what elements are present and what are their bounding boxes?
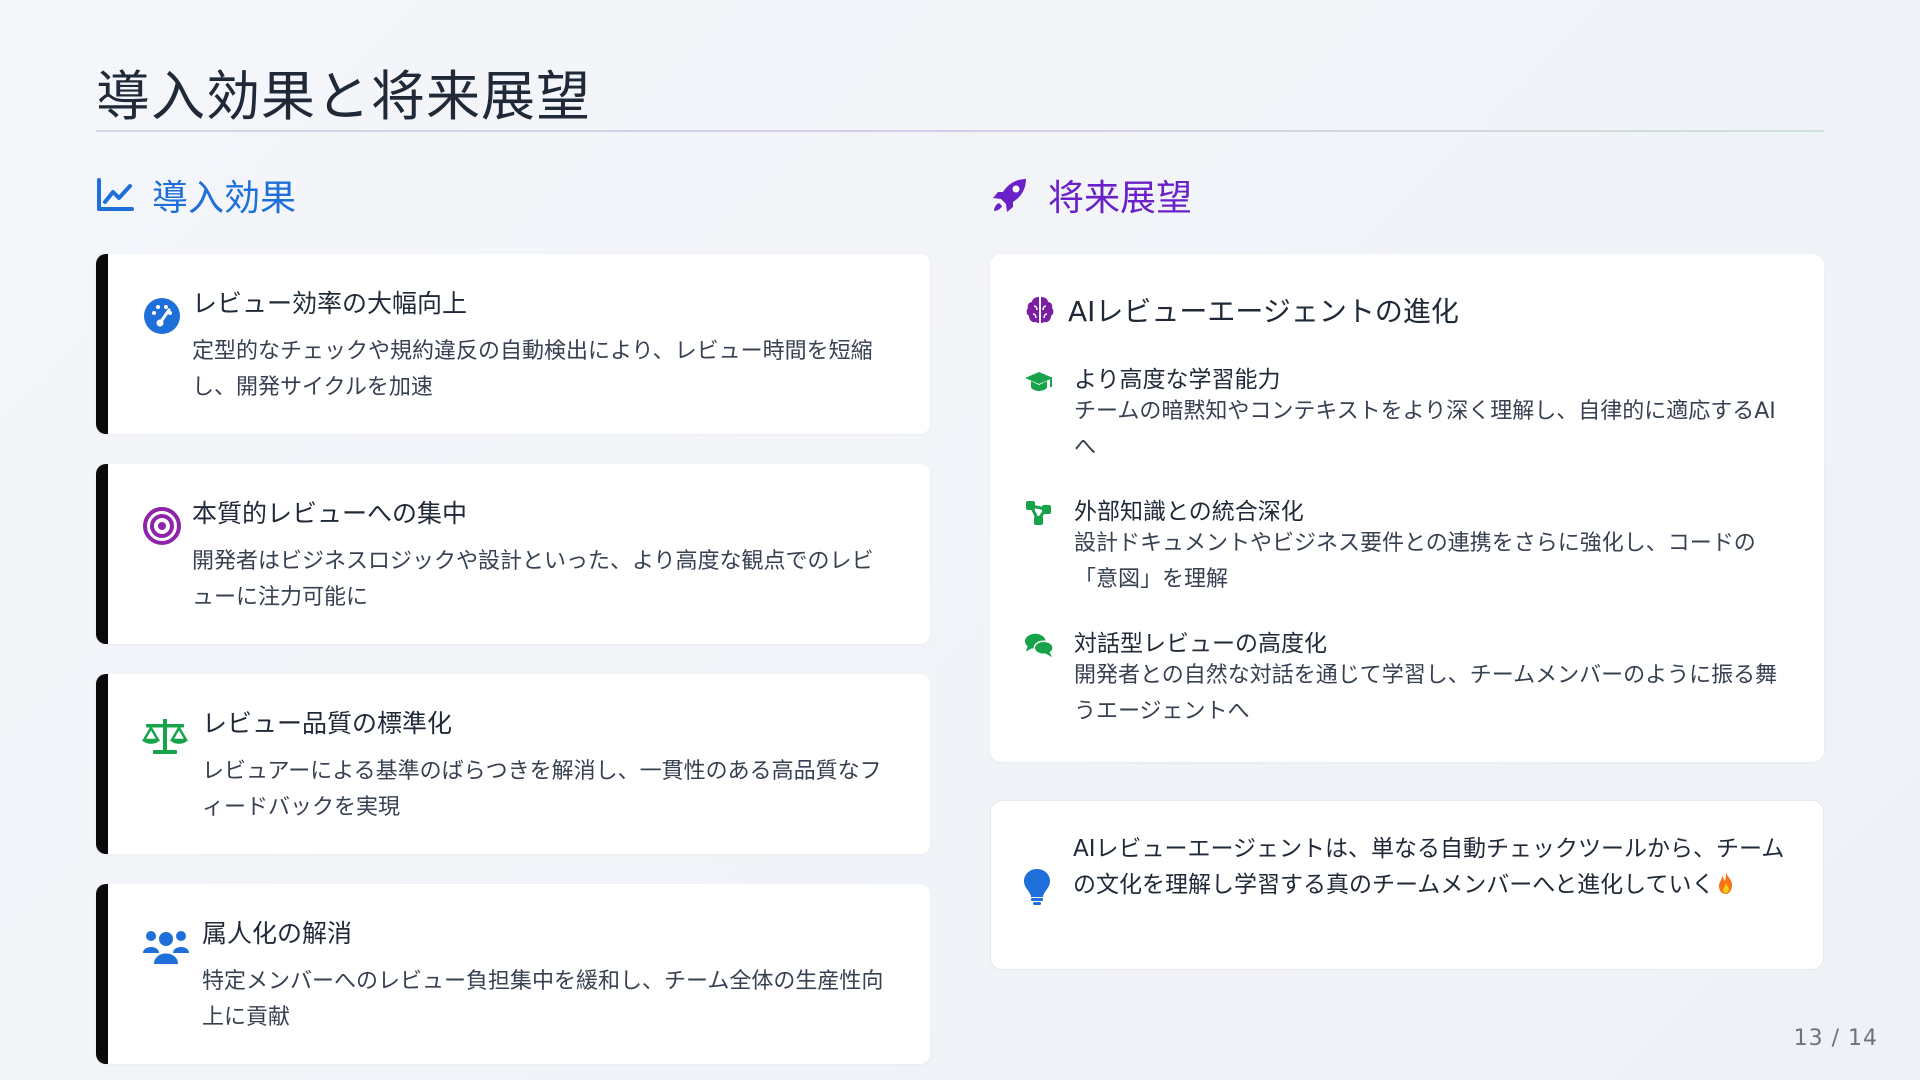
future-item-description: チームの暗黙知やコンテキストをより深く理解し、自律的に適応するAIへ — [1074, 399, 1776, 460]
effect-title: レビュー品質の標準化 — [202, 709, 453, 738]
future-item-description: 設計ドキュメントやビジネス要件との連携をさらに強化し、コードの「意図」を理解 — [1074, 531, 1756, 592]
effect-card: レビュー品質の標準化 レビュアーによる基準のばらつきを解消し、一貫性のある高品質… — [96, 674, 930, 854]
effect-description: レビュアーによる基準のばらつきを解消し、一貫性のある高品質なフィードバックを実現 — [202, 759, 882, 820]
title-divider — [96, 130, 1824, 132]
effects-heading-label: 導入効果 — [152, 178, 297, 219]
vision-quote-body: AIレビューエージェントは、単なる自動チェックツールから、チームの文化を理解し学… — [1073, 836, 1785, 898]
chart-line-icon — [97, 178, 134, 211]
effect-card: レビュー効率の大幅向上 定型的なチェックや規約違反の自動検出により、レビュー時間… — [96, 254, 930, 434]
scale-icon — [142, 719, 188, 754]
future-heading: 将来展望 — [990, 170, 1192, 220]
effect-title: レビュー効率の大幅向上 — [192, 289, 468, 318]
page-title: 導入効果と将来展望 — [96, 65, 591, 128]
future-heading-label: 将来展望 — [1048, 178, 1193, 219]
chat-bubbles-icon — [1024, 633, 1054, 658]
effect-description: 開発者はビジネスロジックや設計といった、より高度な観点でのレビューに注力可能に — [192, 549, 874, 610]
effect-card: 属人化の解消 特定メンバーへのレビュー負担集中を緩和し、チーム全体の生産性向上に… — [96, 884, 930, 1064]
effect-title: 本質的レビューへの集中 — [192, 499, 468, 528]
graduation-cap-icon — [1025, 372, 1053, 391]
fire-icon — [1719, 872, 1733, 894]
page-number: 13 / 14 — [1793, 1026, 1878, 1051]
effect-card: 本質的レビューへの集中 開発者はビジネスロジックや設計といった、より高度な観点で… — [96, 464, 930, 644]
rocket-icon — [993, 179, 1026, 212]
future-item-title: 外部知識との統合深化 — [1074, 499, 1304, 525]
network-icon — [1026, 501, 1051, 525]
effect-description: 特定メンバーへのレビュー負担集中を緩和し、チーム全体の生産性向上に貢献 — [202, 969, 884, 1030]
effect-description: 定型的なチェックや規約違反の自動検出により、レビュー時間を短縮し、開発サイクルを… — [192, 339, 873, 400]
vision-quote-card: AIレビューエージェントは、単なる自動チェックツールから、チームの文化を理解し学… — [990, 800, 1824, 970]
future-card: AIレビューエージェントの進化 より高度な学習能力 チームの暗黙知やコンテキスト… — [990, 254, 1824, 762]
users-icon — [143, 931, 189, 964]
future-item-title: より高度な学習能力 — [1074, 367, 1281, 393]
gauge-icon — [144, 298, 180, 334]
effect-title: 属人化の解消 — [202, 919, 353, 948]
future-card-title: AIレビューエージェントの進化 — [1068, 295, 1459, 328]
future-item-description: 開発者との自然な対話を通じて学習し、チームメンバーのように振る舞うエージェントへ — [1074, 663, 1778, 724]
future-card-header: AIレビューエージェントの進化 — [1024, 290, 1459, 330]
lightbulb-icon — [1024, 869, 1050, 905]
vision-quote-text: AIレビューエージェントは、単なる自動チェックツールから、チームの文化を理解し学… — [1073, 831, 1793, 903]
target-icon — [143, 507, 181, 545]
future-item-title: 対話型レビューの高度化 — [1074, 631, 1327, 657]
brain-icon — [1026, 297, 1054, 323]
effects-heading: 導入効果 — [96, 170, 296, 220]
